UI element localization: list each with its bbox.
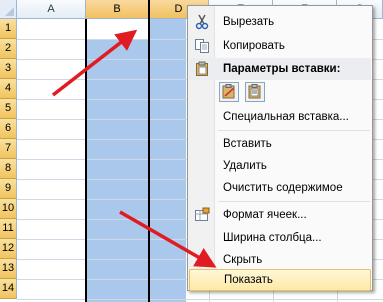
menu-section-label: Параметры вставки: (223, 63, 341, 75)
row-header[interactable]: 3 (0, 59, 17, 79)
menu-item-hide[interactable]: Скрыть (189, 249, 371, 271)
row-header[interactable]: 9 (0, 179, 17, 199)
scissors-icon (194, 14, 210, 30)
menu-item-insert[interactable]: Вставить (189, 133, 371, 155)
row-header[interactable]: 10 (0, 199, 17, 219)
menu-item-label: Формат ячеек... (223, 209, 307, 221)
copy-icon (194, 38, 210, 54)
menu-item-label: Вставить (223, 138, 272, 150)
context-menu: Вырезать Копировать Параметры вставки: С… (187, 5, 373, 291)
row-header[interactable]: 1 (0, 19, 17, 39)
paste-option-button[interactable] (219, 82, 239, 102)
menu-item-label: Специальная вставка... (223, 111, 349, 123)
menu-item-label: Удалить (223, 160, 267, 172)
hidden-column-marker (148, 0, 150, 302)
selection-border (85, 19, 87, 302)
menu-item-label: Копировать (223, 40, 285, 52)
menu-item-label: Очистить содержимое (223, 182, 343, 194)
menu-section-paste-options: Параметры вставки: (189, 58, 371, 80)
row-header[interactable]: 2 (0, 39, 17, 59)
menu-item-format-cells[interactable]: Формат ячеек... (189, 204, 371, 226)
select-all-corner[interactable] (0, 0, 17, 19)
row-header[interactable]: 11 (0, 219, 17, 239)
row-header[interactable]: 6 (0, 119, 17, 139)
paste-all-icon (222, 84, 235, 99)
menu-separator (218, 130, 370, 131)
menu-item-delete[interactable]: Удалить (189, 155, 371, 177)
menu-item-clear-contents[interactable]: Очистить содержимое (189, 177, 371, 199)
row-header[interactable]: 8 (0, 159, 17, 179)
menu-item-label: Показать (224, 274, 273, 286)
row-header[interactable]: 14 (0, 279, 17, 299)
menu-item-label: Вырезать (223, 16, 275, 28)
row-header[interactable]: 13 (0, 259, 17, 279)
format-cells-icon (194, 207, 210, 223)
menu-item-column-width[interactable]: Ширина столбца... (189, 227, 371, 249)
menu-item-paste-special[interactable]: Специальная вставка... (189, 106, 371, 128)
paste-values-icon (248, 84, 261, 99)
menu-item-label: Скрыть (223, 254, 263, 266)
menu-item-cut[interactable]: Вырезать (189, 11, 371, 33)
active-cell[interactable] (86, 19, 148, 39)
paste-values-button[interactable] (245, 82, 265, 102)
paste-options-row (189, 80, 371, 106)
menu-item-label: Ширина столбца... (223, 232, 322, 244)
menu-item-unhide[interactable]: Показать (189, 269, 371, 291)
gridline (17, 299, 383, 300)
row-header[interactable]: 12 (0, 239, 17, 259)
row-header[interactable]: 4 (0, 79, 17, 99)
clipboard-icon (194, 61, 210, 77)
menu-separator (218, 201, 370, 202)
row-header[interactable]: 5 (0, 99, 17, 119)
column-header-b[interactable]: B (86, 0, 149, 19)
spreadsheet: A B D E F G 1 2 3 4 5 6 7 8 9 10 11 12 1… (0, 0, 383, 302)
menu-item-copy[interactable]: Копировать (189, 35, 371, 57)
row-header[interactable]: 7 (0, 139, 17, 159)
column-header-a[interactable]: A (17, 0, 86, 19)
